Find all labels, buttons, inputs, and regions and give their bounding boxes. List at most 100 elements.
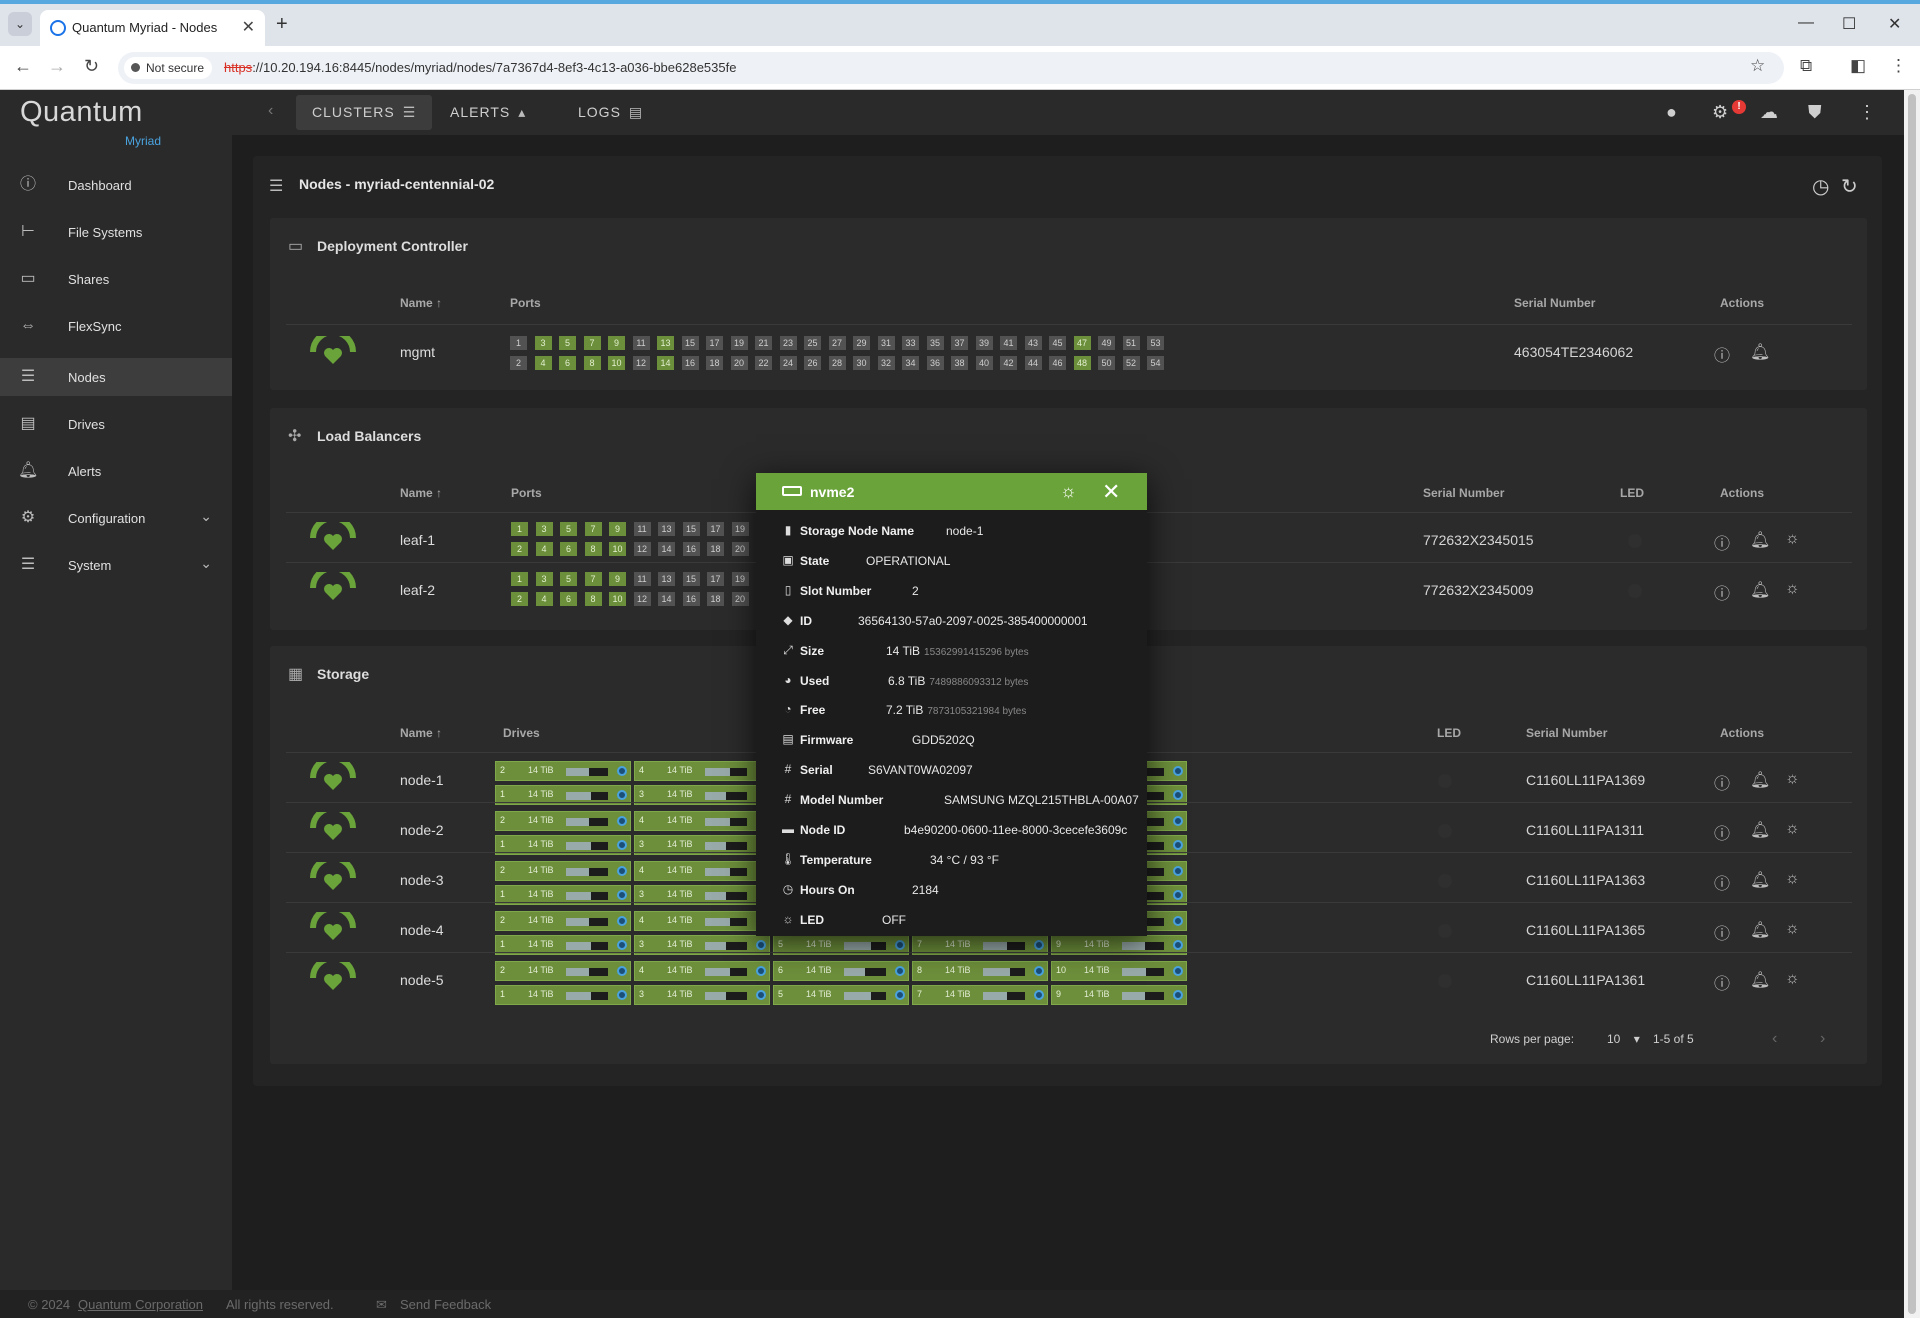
port-18[interactable]: 18 bbox=[706, 356, 723, 370]
port-21[interactable]: 21 bbox=[755, 336, 772, 350]
drive-slot[interactable]: 8 14 TiB bbox=[912, 961, 1048, 981]
info-icon[interactable]: ⓘ bbox=[1714, 820, 1730, 844]
port-10[interactable]: 10 bbox=[609, 592, 626, 606]
port-14[interactable]: 14 bbox=[658, 542, 675, 556]
drive-slot[interactable]: 2 14 TiB bbox=[495, 811, 631, 831]
tab-alerts[interactable]: ALERTS ▴ bbox=[434, 95, 542, 130]
port-6[interactable]: 6 bbox=[560, 542, 577, 556]
bookmark-star-icon[interactable]: ☆ bbox=[1750, 56, 1765, 76]
port-8[interactable]: 8 bbox=[584, 542, 602, 556]
drive-slot[interactable]: 2 14 TiB bbox=[495, 961, 631, 981]
more-menu-icon[interactable]: ⋮ bbox=[1858, 102, 1876, 123]
port-27[interactable]: 27 bbox=[828, 336, 846, 350]
chevron-down-icon[interactable]: ⌄ bbox=[200, 555, 212, 572]
rows-per-page-select[interactable]: 10 ▾ bbox=[1607, 1032, 1640, 1046]
port-5[interactable]: 5 bbox=[560, 522, 577, 536]
drive-slot[interactable]: 5 14 TiB bbox=[773, 985, 909, 1005]
port-29[interactable]: 29 bbox=[853, 336, 870, 350]
close-window-icon[interactable]: ✕ bbox=[1888, 14, 1901, 34]
bell-icon[interactable]: 🔔︎ bbox=[1750, 342, 1770, 362]
siren-icon[interactable]: ☼ bbox=[1785, 580, 1800, 598]
port-18[interactable]: 18 bbox=[707, 592, 724, 606]
port-9[interactable]: 9 bbox=[609, 572, 626, 586]
siren-icon[interactable]: ☼ bbox=[1785, 770, 1800, 788]
port-5[interactable]: 5 bbox=[560, 572, 577, 586]
port-12[interactable]: 12 bbox=[633, 592, 651, 606]
drive-slot[interactable]: 2 14 TiB bbox=[495, 761, 631, 781]
port-24[interactable]: 24 bbox=[779, 356, 797, 370]
info-icon[interactable]: ⓘ bbox=[1714, 342, 1730, 366]
port-2[interactable]: 2 bbox=[510, 356, 527, 370]
tab-logs[interactable]: LOGS ▤ bbox=[562, 95, 659, 130]
port-45[interactable]: 45 bbox=[1049, 336, 1066, 350]
port-22[interactable]: 22 bbox=[755, 356, 772, 370]
port-4[interactable]: 4 bbox=[535, 592, 553, 606]
sidebar-item-flexsync[interactable]: ⇔ FlexSync bbox=[0, 307, 232, 345]
drive-slot[interactable]: 4 14 TiB bbox=[634, 911, 770, 931]
port-40[interactable]: 40 bbox=[975, 356, 993, 370]
port-16[interactable]: 16 bbox=[681, 356, 699, 370]
drive-slot[interactable]: 2 14 TiB bbox=[495, 911, 631, 931]
shield-icon[interactable]: ⛊ bbox=[1808, 102, 1822, 123]
port-1[interactable]: 1 bbox=[510, 336, 527, 350]
port-5[interactable]: 5 bbox=[559, 336, 576, 350]
port-1[interactable]: 1 bbox=[511, 572, 528, 586]
port-37[interactable]: 37 bbox=[951, 336, 968, 350]
port-9[interactable]: 9 bbox=[608, 336, 625, 350]
port-51[interactable]: 51 bbox=[1122, 336, 1140, 350]
port-14[interactable]: 14 bbox=[657, 356, 674, 370]
url-field[interactable]: Not secure https://10.20.194.16:8445/nod… bbox=[118, 52, 1784, 84]
node-name[interactable]: node-3 bbox=[400, 872, 444, 888]
info-icon[interactable]: ⓘ bbox=[1714, 770, 1730, 794]
port-19[interactable]: 19 bbox=[730, 336, 748, 350]
port-12[interactable]: 12 bbox=[633, 542, 651, 556]
port-8[interactable]: 8 bbox=[583, 356, 601, 370]
info-icon[interactable]: ⓘ bbox=[1714, 970, 1730, 994]
drive-slot[interactable]: 9 14 TiB bbox=[1051, 985, 1187, 1005]
sidebar-item-shares[interactable]: ▭ Shares bbox=[0, 260, 232, 298]
info-icon[interactable]: ⓘ bbox=[1714, 870, 1730, 894]
port-14[interactable]: 14 bbox=[658, 592, 675, 606]
chevron-down-icon[interactable]: ⌄ bbox=[200, 508, 212, 525]
sidebar-item-dashboard[interactable]: ⓘ Dashboard bbox=[0, 166, 232, 204]
siren-icon[interactable]: ☼ bbox=[1785, 970, 1800, 988]
drive-slot[interactable]: 4 14 TiB bbox=[634, 861, 770, 881]
port-34[interactable]: 34 bbox=[902, 356, 919, 370]
port-25[interactable]: 25 bbox=[804, 336, 821, 350]
reload-icon[interactable]: ↻ bbox=[84, 56, 99, 77]
column-header-name[interactable]: Name ↑ bbox=[400, 726, 442, 740]
port-20[interactable]: 20 bbox=[731, 542, 749, 556]
port-17[interactable]: 17 bbox=[707, 522, 724, 536]
bell-icon[interactable]: 🔔︎ bbox=[1750, 870, 1770, 890]
siren-icon[interactable]: ☼ bbox=[1785, 920, 1800, 938]
port-4[interactable]: 4 bbox=[534, 356, 552, 370]
column-header-name[interactable]: Name ↑ bbox=[400, 296, 442, 310]
siren-icon[interactable]: ☼ bbox=[1785, 870, 1800, 888]
tab-close-icon[interactable]: ✕ bbox=[242, 17, 255, 37]
drive-slot[interactable]: 2 14 TiB bbox=[495, 861, 631, 881]
bell-icon[interactable]: 🔔︎ bbox=[1750, 820, 1770, 840]
port-2[interactable]: 2 bbox=[511, 542, 528, 556]
port-2[interactable]: 2 bbox=[511, 592, 528, 606]
port-49[interactable]: 49 bbox=[1098, 336, 1115, 350]
port-23[interactable]: 23 bbox=[779, 336, 797, 350]
port-15[interactable]: 15 bbox=[682, 572, 700, 586]
node-name[interactable]: node-1 bbox=[400, 772, 444, 788]
cloud-icon[interactable]: ☁ bbox=[1760, 102, 1778, 123]
port-20[interactable]: 20 bbox=[730, 356, 748, 370]
drive-slot[interactable]: 6 14 TiB bbox=[773, 961, 909, 981]
sidebar-item-file-systems[interactable]: ⊢ File Systems bbox=[0, 213, 232, 251]
siren-icon[interactable]: ☼ bbox=[1785, 530, 1800, 548]
node-name[interactable]: node-4 bbox=[400, 922, 444, 938]
node-name[interactable]: leaf-1 bbox=[400, 532, 435, 548]
extensions-icon[interactable]: ⧉ bbox=[1800, 56, 1812, 76]
port-3[interactable]: 3 bbox=[535, 572, 553, 586]
sidebar-item-nodes[interactable]: ☰ Nodes bbox=[0, 358, 232, 396]
sidebar-item-drives[interactable]: ▤ Drives bbox=[0, 405, 232, 443]
drive-slot[interactable]: 3 14 TiB bbox=[634, 985, 770, 1005]
port-7[interactable]: 7 bbox=[584, 572, 602, 586]
port-43[interactable]: 43 bbox=[1024, 336, 1042, 350]
drive-slot[interactable]: 4 14 TiB bbox=[634, 811, 770, 831]
prev-page-icon[interactable]: ‹ bbox=[1772, 1030, 1777, 1048]
port-33[interactable]: 33 bbox=[902, 336, 919, 350]
